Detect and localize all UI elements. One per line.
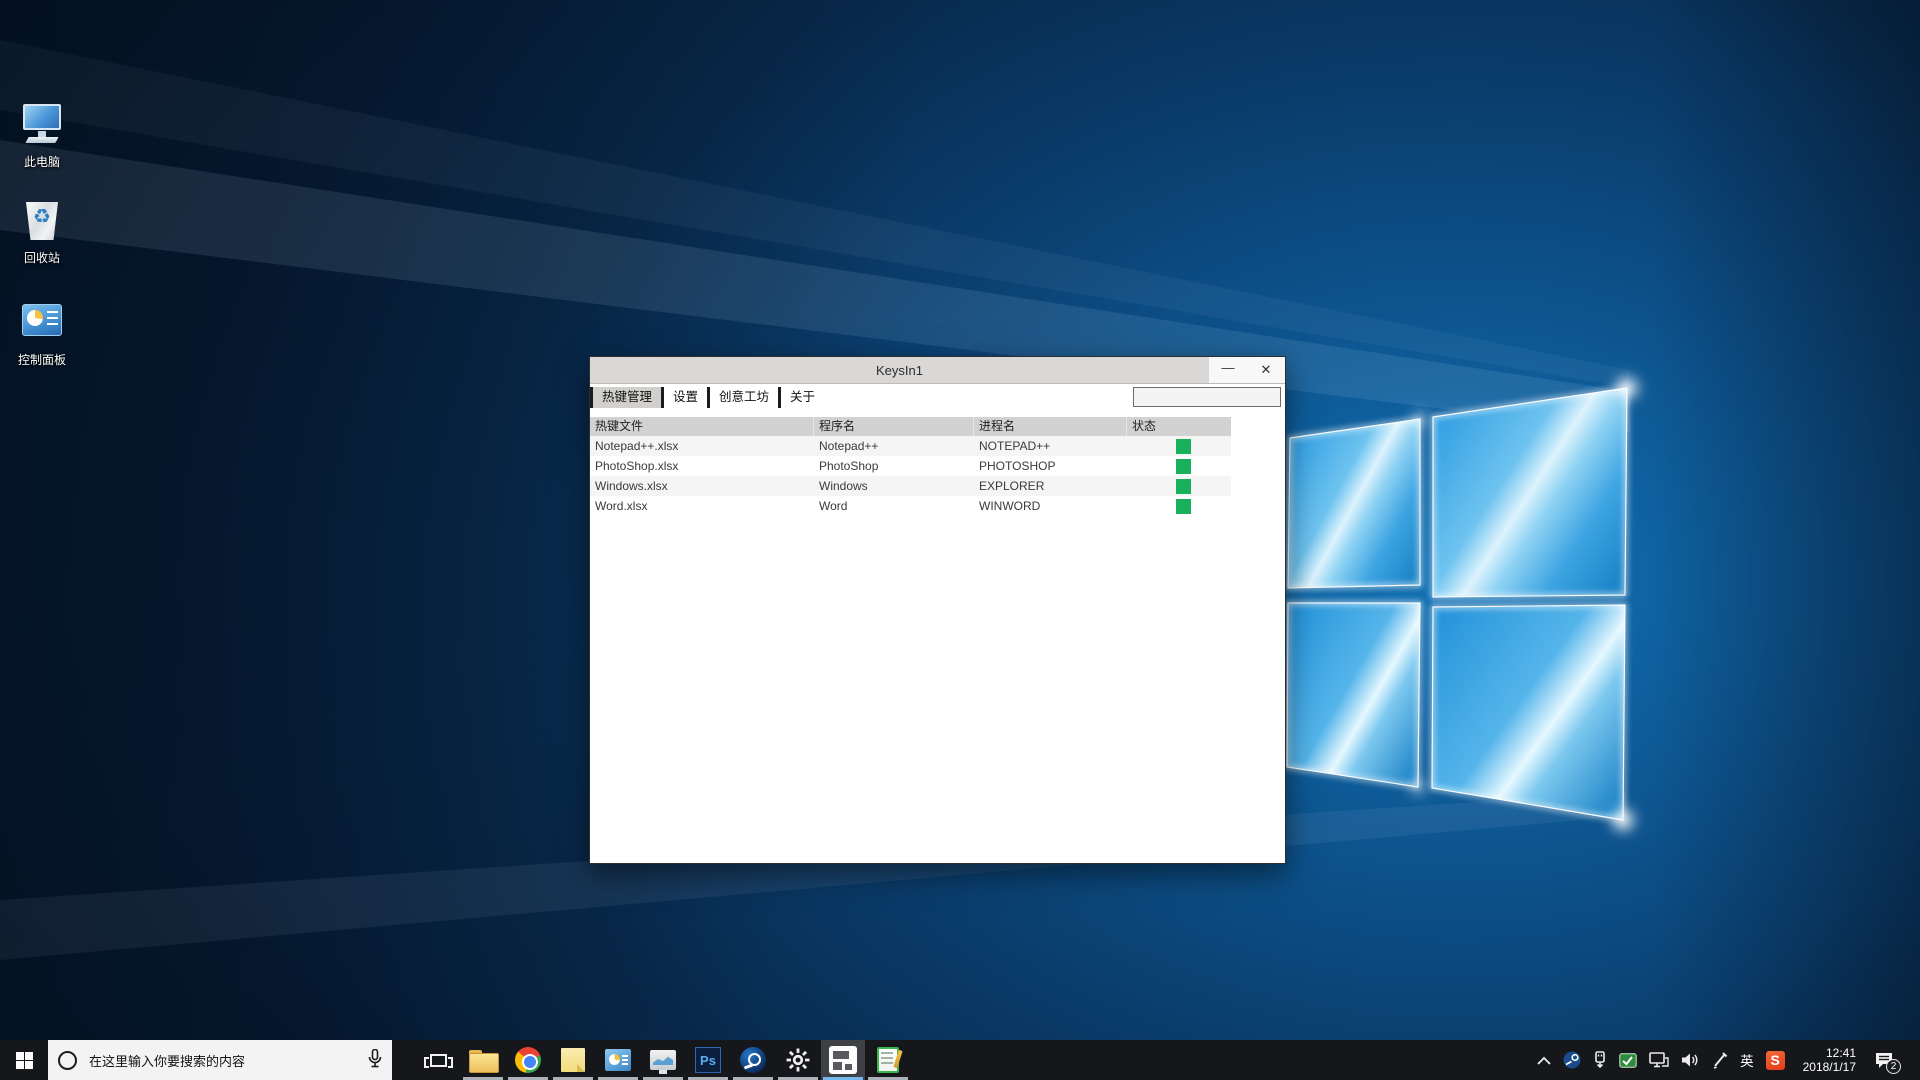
desktop-icon-this-pc[interactable]: 此电脑	[0, 100, 84, 170]
performance-monitor-icon	[650, 1050, 676, 1070]
table-body: Notepad++.xlsx Notepad++ NOTEPAD++ Photo…	[590, 436, 1231, 516]
column-header-program[interactable]: 程序名	[814, 417, 974, 436]
green-notepad-button[interactable]	[866, 1040, 910, 1080]
table-row[interactable]: PhotoShop.xlsx PhotoShop PHOTOSHOP	[590, 456, 1231, 476]
status-indicator	[1176, 439, 1191, 454]
green-notepad-icon	[877, 1047, 899, 1073]
hotkey-search-input[interactable]	[1133, 387, 1281, 407]
tab-workshop[interactable]: 创意工坊	[707, 387, 778, 408]
notification-badge: 2	[1886, 1059, 1901, 1074]
tray-network-icon[interactable]	[1649, 1052, 1669, 1068]
tray-sogou-icon[interactable]: S	[1766, 1051, 1785, 1070]
table-row[interactable]: Windows.xlsx Windows EXPLORER	[590, 476, 1231, 496]
tray-chevron-up-icon[interactable]	[1537, 1056, 1551, 1065]
file-explorer-button[interactable]	[461, 1040, 505, 1080]
performance-monitor-button[interactable]	[641, 1040, 685, 1080]
recycle-bin-icon: ♻	[19, 196, 65, 242]
table-row[interactable]: Notepad++.xlsx Notepad++ NOTEPAD++	[590, 436, 1231, 456]
sticky-notes-icon	[561, 1048, 585, 1072]
desktop-icon-label: 回收站	[0, 249, 84, 266]
file-explorer-icon	[469, 1050, 497, 1071]
start-button[interactable]	[0, 1040, 48, 1080]
tray-pen-icon[interactable]	[1712, 1052, 1728, 1069]
column-header-status[interactable]: 状态	[1127, 417, 1231, 436]
control-panel-icon	[605, 1049, 631, 1071]
close-button[interactable]: ✕	[1247, 357, 1285, 383]
table-row[interactable]: Word.xlsx Word WINWORD	[590, 496, 1231, 516]
chrome-icon	[515, 1047, 541, 1073]
task-view-icon	[430, 1054, 447, 1067]
window-title: KeysIn1	[590, 363, 1209, 378]
photoshop-icon: Ps	[695, 1047, 721, 1073]
action-center-button[interactable]: 2	[1874, 1052, 1894, 1069]
tab-about[interactable]: 关于	[778, 387, 824, 408]
tab-settings[interactable]: 设置	[661, 387, 707, 408]
clock-time: 12:41	[1803, 1046, 1856, 1060]
settings-button[interactable]	[776, 1040, 820, 1080]
tray-ime-language[interactable]: 英	[1740, 1050, 1754, 1070]
windows-logo-icon	[16, 1052, 33, 1069]
control-panel-icon	[19, 298, 65, 344]
desktop-icon-label: 此电脑	[0, 153, 84, 170]
search-placeholder: 在这里输入你要搜索的内容	[89, 1051, 245, 1070]
sticky-notes-button[interactable]	[551, 1040, 595, 1080]
system-tray: 英 S 12:41 2018/1/17 2	[1537, 1040, 1920, 1080]
taskbar-app-icons: Ps	[416, 1040, 911, 1080]
hotkey-table: 热键文件 程序名 进程名 状态 Notepad++.xlsx Notepad++…	[590, 417, 1285, 516]
control-panel-button[interactable]	[596, 1040, 640, 1080]
column-header-file[interactable]: 热键文件	[590, 417, 814, 436]
tray-security-check-icon[interactable]	[1619, 1053, 1637, 1068]
desktop: 此电脑 ♻ 回收站 控制面板 KeysIn1 — ✕ 热键管理 设置	[0, 0, 1920, 1040]
status-indicator	[1176, 479, 1191, 494]
minimize-button[interactable]: —	[1209, 357, 1247, 383]
tray-steam-icon[interactable]	[1563, 1051, 1581, 1069]
tab-hotkey-manage[interactable]: 热键管理	[590, 387, 661, 408]
tray-usb-icon[interactable]	[1593, 1051, 1607, 1069]
gear-icon	[786, 1048, 810, 1072]
chrome-button[interactable]	[506, 1040, 550, 1080]
task-view-button[interactable]	[416, 1040, 460, 1080]
desktop-icon-control-panel[interactable]: 控制面板	[0, 298, 84, 368]
window-titlebar[interactable]: KeysIn1 — ✕	[590, 357, 1285, 384]
status-indicator	[1176, 459, 1191, 474]
this-pc-icon	[19, 100, 65, 146]
window-tabbar: 热键管理 设置 创意工坊 关于	[590, 384, 1285, 411]
desktop-icon-recycle-bin[interactable]: ♻ 回收站	[0, 196, 84, 266]
window-controls: — ✕	[1209, 357, 1285, 383]
clock-date: 2018/1/17	[1803, 1060, 1856, 1074]
photoshop-button[interactable]: Ps	[686, 1040, 730, 1080]
table-header: 热键文件 程序名 进程名 状态	[590, 417, 1231, 436]
keysin1-taskbar-button[interactable]	[821, 1040, 865, 1080]
keysin1-icon	[829, 1046, 857, 1074]
cortana-icon	[58, 1051, 77, 1070]
steam-button[interactable]	[731, 1040, 775, 1080]
column-header-process[interactable]: 进程名	[974, 417, 1127, 436]
taskbar-search-box[interactable]: 在这里输入你要搜索的内容	[48, 1040, 392, 1080]
taskbar-clock[interactable]: 12:41 2018/1/17	[1797, 1046, 1862, 1074]
tray-volume-icon[interactable]	[1681, 1052, 1700, 1068]
status-indicator	[1176, 499, 1191, 514]
microphone-icon[interactable]	[368, 1049, 382, 1069]
keysin1-window: KeysIn1 — ✕ 热键管理 设置 创意工坊 关于 热键文件	[589, 356, 1286, 864]
taskbar: 在这里输入你要搜索的内容 Ps	[0, 1040, 1920, 1080]
steam-icon	[740, 1047, 766, 1073]
desktop-icon-label: 控制面板	[0, 351, 84, 368]
